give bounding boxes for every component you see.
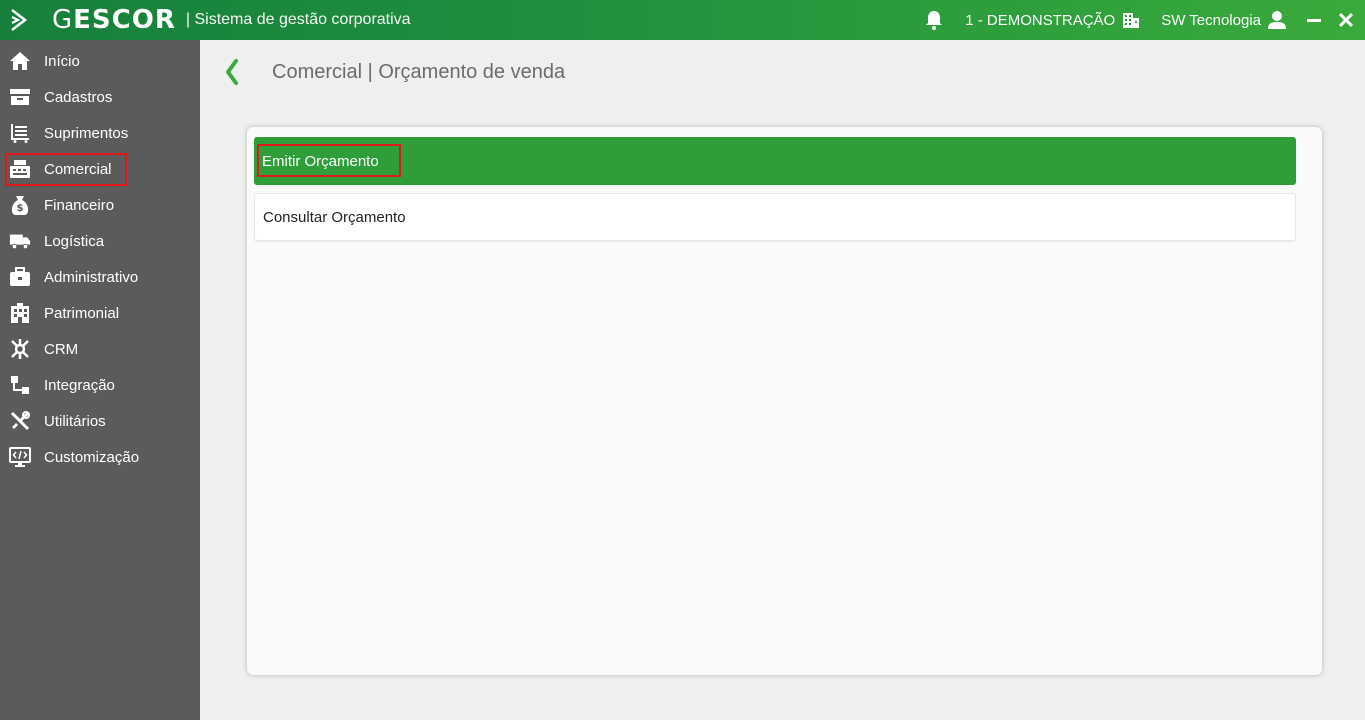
sidebar-item-label: Patrimonial xyxy=(44,304,120,322)
bell-icon[interactable] xyxy=(925,10,943,30)
sidebar-item-integracao[interactable]: Integração xyxy=(0,367,200,403)
sidebar-item-patrimonial[interactable]: Patrimonial xyxy=(0,295,200,331)
sidebar-item-label: CRM xyxy=(44,340,79,358)
sidebar-item-suprimentos[interactable]: Suprimentos xyxy=(0,115,200,151)
emitir-orcamento-button[interactable]: Emitir Orçamento xyxy=(254,137,1296,185)
sidebar-item-crm[interactable]: CRM xyxy=(0,331,200,367)
truck-icon xyxy=(9,230,31,252)
tools-icon xyxy=(9,410,31,432)
code-monitor-icon xyxy=(9,446,31,468)
sidebar-item-label: Financeiro xyxy=(44,196,115,214)
sidebar-item-label: Cadastros xyxy=(44,88,113,106)
company-building-icon[interactable] xyxy=(1121,10,1141,30)
sidebar-item-label: Utilitários xyxy=(44,412,106,430)
sidebar-item-utilitarios[interactable]: Utilitários xyxy=(0,403,200,439)
sidebar-item-inicio[interactable]: Início xyxy=(0,43,200,79)
building-icon xyxy=(9,302,31,324)
sidebar-item-financeiro[interactable]: $ Financeiro xyxy=(0,187,200,223)
sidebar-item-administrativo[interactable]: Administrativo xyxy=(0,259,200,295)
close-icon[interactable] xyxy=(1339,13,1353,27)
sidebar: Início Cadastros Suprimentos Comercial $… xyxy=(0,40,200,720)
sidebar-item-label: Início xyxy=(44,52,80,70)
user-name[interactable]: SW Tecnologia xyxy=(1161,12,1261,29)
sidebar-item-cadastros[interactable]: Cadastros xyxy=(0,79,200,115)
user-icon[interactable] xyxy=(1267,10,1287,30)
back-chevron-icon[interactable] xyxy=(222,58,242,86)
sidebar-item-label: Customização xyxy=(44,448,140,466)
highlight-box xyxy=(257,144,401,177)
company-selector[interactable]: 1 - DEMONSTRAÇÃO xyxy=(965,12,1115,29)
page-title: Comercial | Orçamento de venda xyxy=(272,61,566,83)
brand-name: GESCOR xyxy=(52,5,176,35)
briefcase-icon xyxy=(9,266,31,288)
button-label: Consultar Orçamento xyxy=(263,208,406,226)
sidebar-item-customizacao[interactable]: Customização xyxy=(0,439,200,475)
brand-rest: ESCOR xyxy=(73,5,176,35)
integration-icon xyxy=(9,374,31,396)
sidebar-item-comercial[interactable]: Comercial xyxy=(0,151,200,187)
app-subtitle: | Sistema de gestão corporativa xyxy=(185,11,411,28)
svg-text:$: $ xyxy=(17,203,24,214)
highlight-box xyxy=(5,153,127,186)
consultar-orcamento-button[interactable]: Consultar Orçamento xyxy=(254,193,1296,241)
sidebar-item-label: Suprimentos xyxy=(44,124,129,142)
options-card: Emitir Orçamento Consultar Orçamento xyxy=(247,127,1322,675)
gescor-logo-icon xyxy=(11,8,28,32)
network-icon xyxy=(9,338,31,360)
brand-first-letter: G xyxy=(52,5,74,35)
money-bag-icon: $ xyxy=(9,194,31,216)
top-bar: GESCOR | Sistema de gestão corporativa 1… xyxy=(0,0,1365,40)
home-icon xyxy=(9,50,31,72)
sidebar-item-label: Administrativo xyxy=(44,268,139,286)
sidebar-item-logistica[interactable]: Logística xyxy=(0,223,200,259)
cart-list-icon xyxy=(9,122,31,144)
archive-icon xyxy=(9,86,31,108)
minimize-icon[interactable] xyxy=(1307,13,1321,27)
sidebar-item-label: Integração xyxy=(44,376,115,394)
sidebar-item-label: Logística xyxy=(44,232,105,250)
